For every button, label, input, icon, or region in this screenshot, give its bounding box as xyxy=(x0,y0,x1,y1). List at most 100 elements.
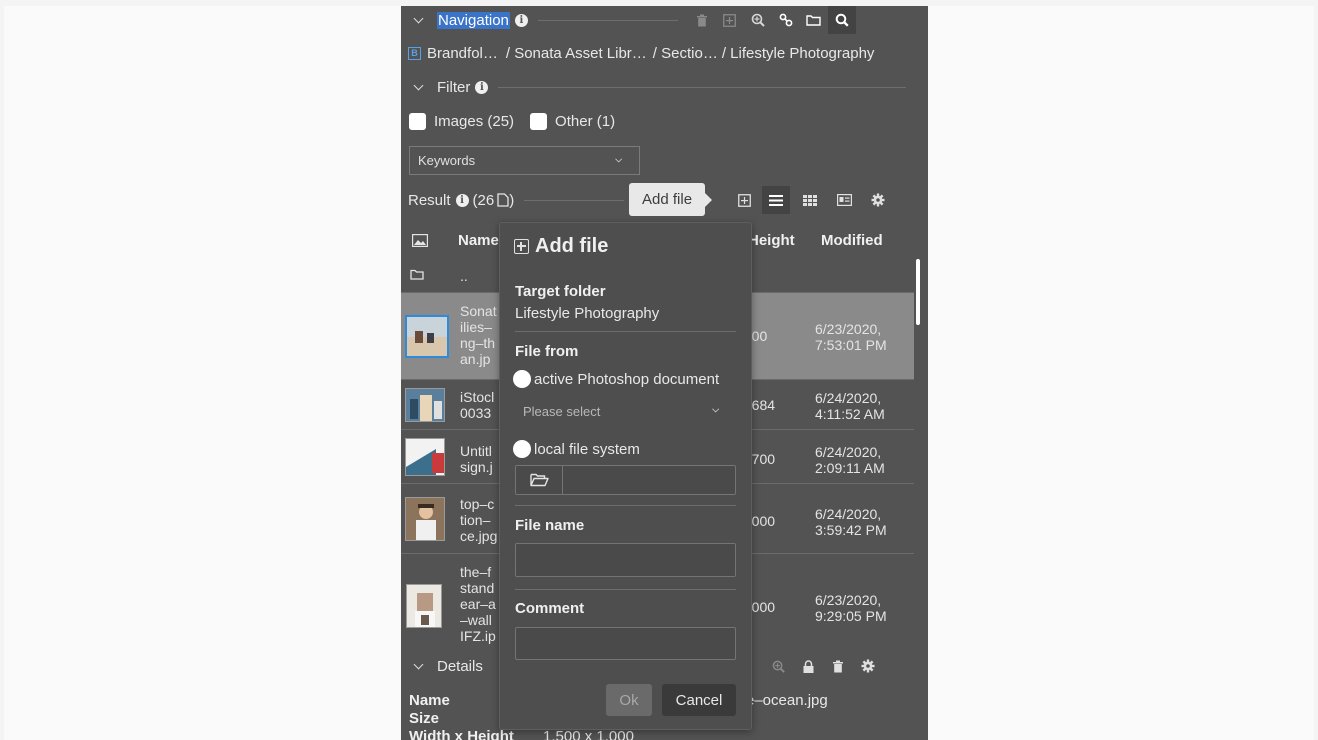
zoom-in-icon[interactable] xyxy=(769,652,787,680)
file-modified: 6/24/2020, 4:11:52 AM xyxy=(815,390,885,422)
details-title: Details xyxy=(437,657,483,675)
info-icon[interactable]: i xyxy=(514,13,528,27)
details-name-value: e–ocean.jpg xyxy=(746,692,828,709)
file-modified: 6/23/2020, 7:53:01 PM xyxy=(815,321,887,353)
chevron-down-icon[interactable] xyxy=(413,81,425,93)
local-file-path-field[interactable] xyxy=(563,466,735,494)
info-icon[interactable]: i xyxy=(475,80,489,94)
zoom-in-icon[interactable] xyxy=(744,6,772,34)
other-label: Other (1) xyxy=(555,112,616,130)
photoshop-select-value: Please select xyxy=(523,403,601,419)
info-icon[interactable]: i xyxy=(455,193,469,207)
modified-date: 6/24/2020, xyxy=(815,390,882,406)
photoshop-option-label: active Photoshop document xyxy=(534,370,720,388)
chevron-down-icon xyxy=(615,156,623,164)
details-toolbar xyxy=(769,655,877,677)
thumbnail xyxy=(405,388,445,422)
link-icon[interactable] xyxy=(772,6,800,34)
scrollbar[interactable] xyxy=(916,259,920,325)
file-from-label: File from xyxy=(515,343,579,360)
cancel-button[interactable]: Cancel xyxy=(662,684,736,716)
grid-view-icon[interactable] xyxy=(796,186,824,214)
file-name-input[interactable] xyxy=(515,543,736,577)
modified-date: 6/23/2020, xyxy=(815,321,882,337)
column-height[interactable]: Height xyxy=(748,232,795,249)
breadcrumb-item-library[interactable]: / Sonata Asset Libr… xyxy=(506,45,647,62)
modified-time: 4:11:52 AM xyxy=(815,406,885,422)
divider xyxy=(537,19,678,21)
navigation-header: Navigation i xyxy=(401,6,928,34)
breadcrumb-item-current[interactable]: / Lifestyle Photography xyxy=(722,45,875,62)
gear-icon[interactable] xyxy=(859,652,877,680)
gear-icon[interactable] xyxy=(864,186,892,214)
chevron-down-icon[interactable] xyxy=(413,660,425,672)
target-folder-label: Target folder xyxy=(515,283,606,300)
add-file-dialog: Add file Target folder Lifestyle Photogr… xyxy=(499,222,752,730)
file-modified: 6/24/2020, 2:09:11 AM xyxy=(815,444,885,476)
local-file-option[interactable]: local file system xyxy=(513,440,640,458)
folder-icon[interactable] xyxy=(800,6,828,34)
result-count-close: ) xyxy=(509,191,515,209)
column-modified[interactable]: Modified xyxy=(821,232,883,249)
divider xyxy=(498,86,906,88)
list-view-icon[interactable] xyxy=(762,186,791,214)
thumbnail xyxy=(406,584,442,628)
file-modified: 6/23/2020, 9:29:05 PM xyxy=(815,592,887,624)
filter-header: Filter i xyxy=(401,76,928,98)
details-name-label: Name xyxy=(409,692,450,709)
folder-icon xyxy=(410,269,424,280)
keywords-select[interactable]: Keywords xyxy=(409,146,640,175)
trash-icon[interactable] xyxy=(829,652,847,680)
images-label: Images (25) xyxy=(434,112,515,130)
thumbnail xyxy=(405,497,445,541)
modified-date: 6/24/2020, xyxy=(815,506,882,522)
image-icon xyxy=(412,234,428,247)
divider xyxy=(515,505,736,506)
thumbnail xyxy=(405,315,449,358)
add-file-icon[interactable] xyxy=(730,186,758,214)
other-checkbox[interactable] xyxy=(530,112,548,130)
breadcrumb-item-section[interactable]: / Sectio… xyxy=(653,45,718,62)
modified-date: 6/24/2020, xyxy=(815,444,882,460)
ok-button[interactable]: Ok xyxy=(606,684,652,716)
add-box-icon xyxy=(514,239,529,254)
photoshop-radio[interactable] xyxy=(513,370,531,388)
modified-time: 7:53:01 PM xyxy=(815,337,887,353)
parent-folder-label: .. xyxy=(460,268,468,284)
divider xyxy=(515,589,736,590)
file-icon xyxy=(497,193,509,207)
card-view-icon[interactable] xyxy=(830,186,858,214)
file-modified: 6/24/2020, 3:59:42 PM xyxy=(815,506,887,538)
details-size-label: Size xyxy=(409,710,440,727)
file-name-label: File name xyxy=(515,517,585,534)
comment-label: Comment xyxy=(515,600,585,617)
dialog-title: Add file xyxy=(514,235,608,258)
modified-date: 6/23/2020, xyxy=(815,592,882,608)
trash-icon[interactable] xyxy=(688,6,716,34)
photoshop-document-select[interactable]: Please select xyxy=(515,397,736,425)
brandfolder-icon: B xyxy=(408,46,421,60)
details-wh-label: Width x Height xyxy=(409,728,514,740)
column-name[interactable]: Name xyxy=(458,232,499,249)
modified-time: 2:09:11 AM xyxy=(815,460,885,476)
comment-input[interactable] xyxy=(515,627,736,660)
thumbnail xyxy=(405,438,445,476)
target-folder-value: Lifestyle Photography xyxy=(515,305,660,322)
folder-open-icon[interactable] xyxy=(516,466,563,494)
images-checkbox[interactable] xyxy=(409,112,426,130)
search-icon[interactable] xyxy=(827,6,856,34)
add-box-icon[interactable] xyxy=(716,6,744,34)
result-title: Result xyxy=(408,191,451,209)
modified-time: 9:29:05 PM xyxy=(815,608,887,624)
breadcrumb: B Brandfol… / Sonata Asset Libr… / Secti… xyxy=(401,42,928,64)
filter-title: Filter xyxy=(437,78,471,96)
add-file-tooltip: Add file xyxy=(629,183,713,216)
photoshop-option[interactable]: active Photoshop document xyxy=(513,370,719,388)
filter-options: Images (25) Other (1) xyxy=(401,110,928,132)
local-file-radio[interactable] xyxy=(513,440,531,458)
lock-icon[interactable] xyxy=(799,652,817,680)
divider xyxy=(524,199,625,201)
breadcrumb-item-brandfolder[interactable]: Brandfol… xyxy=(427,45,498,62)
chevron-down-icon[interactable] xyxy=(413,14,425,26)
keywords-select-value: Keywords xyxy=(418,153,476,168)
